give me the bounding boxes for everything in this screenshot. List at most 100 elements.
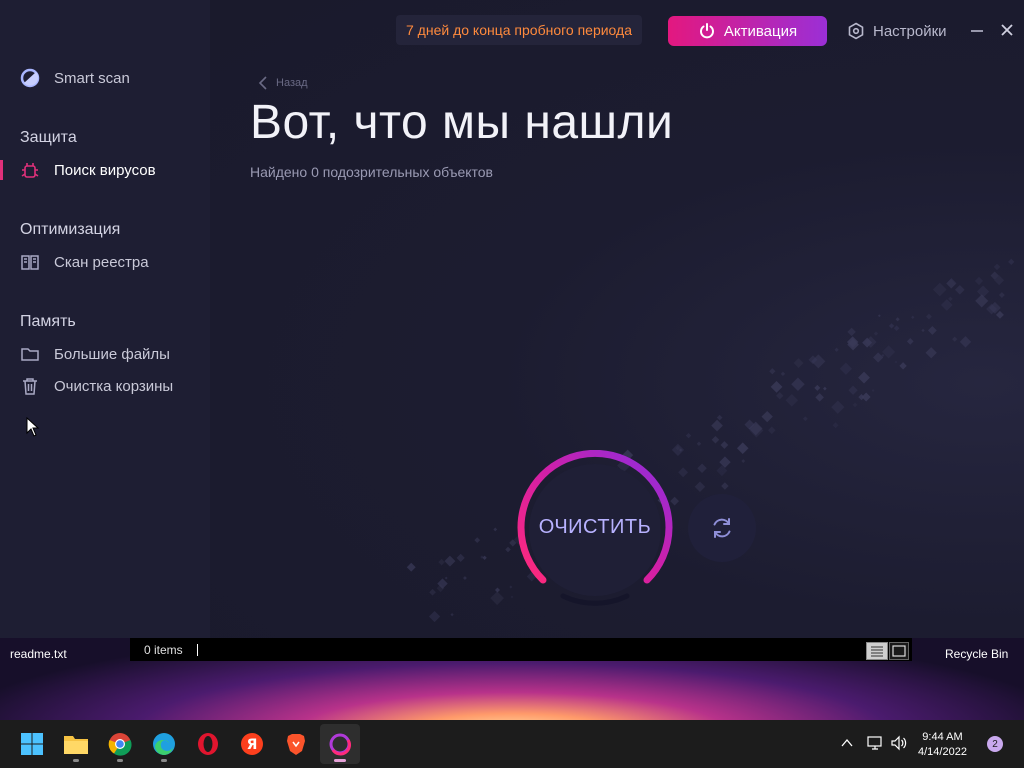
activate-label: Активация [723, 22, 798, 40]
desktop-recycle-bin[interactable]: Recycle Bin [945, 647, 1008, 661]
items-count: 0 items [144, 642, 183, 657]
particle [974, 276, 984, 286]
particle [720, 441, 729, 449]
taskbar-chrome[interactable] [100, 724, 140, 764]
taskbar-file-explorer[interactable] [56, 724, 96, 764]
particle [761, 410, 773, 423]
desktop-file-readme[interactable]: readme.txt [10, 647, 67, 661]
system-clock[interactable]: 9:44 AM 4/14/2022 [918, 730, 967, 760]
taskbar-edge[interactable] [144, 724, 184, 764]
particle [848, 385, 858, 395]
settings-label: Настройки [873, 22, 947, 40]
gear-icon [848, 22, 864, 40]
sidebar-item-large-files[interactable]: Большие файлы [0, 339, 210, 369]
particle [741, 459, 746, 463]
windows-logo-icon [21, 733, 43, 755]
particle [444, 576, 448, 580]
rescan-button[interactable] [688, 494, 756, 562]
refresh-icon [713, 518, 731, 538]
minimize-button[interactable] [967, 20, 987, 40]
smart-scan-logo-icon [20, 68, 40, 88]
particle [463, 576, 467, 580]
particle [815, 393, 824, 402]
section-title-memory: Память [20, 313, 76, 330]
particle [721, 482, 729, 490]
cleaner-app-icon [329, 733, 351, 756]
chevron-up-icon[interactable] [840, 736, 854, 750]
sidebar-item-registry-scan[interactable]: Скан реестра [0, 247, 210, 277]
particle [428, 610, 441, 623]
clock-date: 4/14/2022 [918, 746, 967, 758]
back-link[interactable]: Назад [258, 76, 308, 90]
particle [832, 422, 839, 429]
taskbar-brave[interactable] [276, 724, 316, 764]
chrome-icon [108, 733, 132, 756]
particle [954, 284, 965, 295]
particle [456, 553, 465, 562]
chevron-left-icon [258, 76, 267, 90]
particle [697, 463, 707, 473]
particle [711, 435, 720, 444]
particle [927, 325, 937, 335]
clean-button[interactable]: ОЧИСТИТЬ [515, 449, 675, 610]
sidebar-item-label: Очистка корзины [54, 377, 174, 395]
particle [474, 537, 481, 544]
particle [791, 377, 805, 392]
sidebar-item-label: Smart scan [54, 69, 130, 87]
taskbar-cleaner-app[interactable] [320, 724, 360, 764]
particle [696, 441, 702, 447]
status-divider [196, 643, 198, 656]
particle [793, 358, 804, 368]
particle [925, 347, 937, 359]
notification-badge[interactable]: 2 [987, 736, 1003, 752]
opera-icon [198, 733, 218, 755]
explorer-status-bar: 0 items [130, 638, 912, 661]
particle [895, 317, 900, 322]
close-button[interactable] [997, 20, 1017, 40]
particle [802, 416, 808, 422]
particle [998, 292, 1005, 298]
app-window: Smart scan Защита Поиск вирусов Оптимиза… [0, 0, 1024, 638]
volume-icon[interactable] [890, 734, 908, 752]
desktop-explorer-strip: readme.txt 0 items Recycle Bin [0, 638, 1024, 720]
particle [858, 371, 870, 384]
particle [894, 360, 898, 364]
back-label: Назад [276, 77, 308, 89]
particle [694, 481, 706, 492]
network-icon[interactable] [866, 734, 884, 752]
particle [946, 278, 957, 289]
activate-button[interactable]: Активация [668, 16, 827, 46]
particle [940, 299, 953, 311]
particle [976, 285, 990, 298]
particle [847, 327, 856, 337]
large-icons-view-button[interactable] [889, 642, 909, 660]
large-icons-view-icon [892, 645, 906, 657]
results-summary: Найдено 0 подозрительных объектов [250, 164, 493, 180]
sidebar-item-recycle-cleanup[interactable]: Очистка корзины [0, 371, 210, 401]
start-button[interactable] [12, 724, 52, 764]
particle [785, 393, 799, 407]
settings-button[interactable]: Настройки [847, 16, 947, 46]
particle [873, 352, 884, 363]
taskbar-opera[interactable] [188, 724, 228, 764]
brave-lion-icon [287, 734, 305, 755]
taskbar-yandex[interactable]: Я [232, 724, 272, 764]
particle [444, 555, 456, 567]
particle [948, 296, 953, 302]
running-indicator [334, 759, 346, 762]
particle [831, 400, 845, 414]
particle [776, 392, 784, 400]
trial-notice[interactable]: 7 дней до конца пробного периода [396, 15, 642, 45]
running-indicator [73, 759, 79, 762]
bug-icon [20, 160, 40, 180]
details-view-button[interactable] [866, 642, 888, 660]
particle [406, 562, 416, 572]
minimize-icon [971, 30, 983, 32]
registry-book-icon [20, 252, 40, 272]
particle [736, 442, 749, 454]
sidebar: Smart scan Защита Поиск вирусов Оптимиза… [0, 0, 210, 638]
particle [834, 347, 839, 352]
particle [926, 313, 932, 320]
sidebar-item-virus-scan[interactable]: Поиск вирусов [0, 155, 210, 185]
sidebar-item-smart-scan[interactable]: Smart scan [0, 63, 210, 93]
